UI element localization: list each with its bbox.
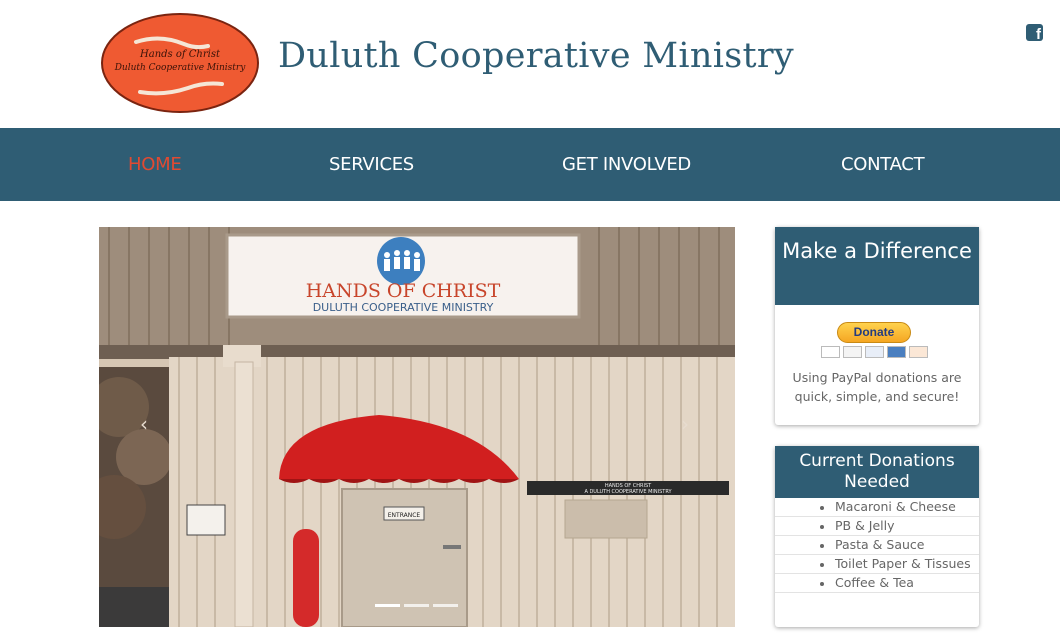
door-sign: ENTRANCE <box>388 512 421 519</box>
mastercard-icon <box>843 346 862 358</box>
main-nav: HOME SERVICES GET INVOLVED CONTACT <box>0 128 1060 201</box>
list-item: Macaroni & Cheese <box>775 498 979 517</box>
list-item: PB & Jelly <box>775 517 979 536</box>
donations-panel-title: Current Donations Needed <box>775 446 979 498</box>
visa-icon <box>821 346 840 358</box>
nav-item-home[interactable]: HOME <box>128 154 182 175</box>
discover-icon <box>909 346 928 358</box>
site-header: Hands of Christ Duluth Cooperative Minis… <box>0 0 1060 128</box>
list-item: Toilet Paper & Tissues <box>775 555 979 574</box>
donations-list: Macaroni & Cheese PB & Jelly Pasta & Sau… <box>775 498 979 593</box>
list-item: Coffee & Tea <box>775 574 979 593</box>
facebook-icon[interactable]: f <box>1026 24 1043 42</box>
nav-item-contact[interactable]: CONTACT <box>841 154 925 175</box>
paypal-donate-button[interactable]: Donate <box>837 322 911 343</box>
slider-indicator-3[interactable] <box>433 604 458 607</box>
logo-line1: Hands of Christ <box>139 49 221 60</box>
amex-icon <box>887 346 906 358</box>
slide-photo: HANDS OF CHRIST DULUTH COOPERATIVE MINIS… <box>99 227 735 627</box>
sign-subtitle: DULUTH COOPERATIVE MINISTRY <box>313 301 494 314</box>
small-sign-line2: A DULUTH COOPERATIVE MINISTRY <box>584 489 672 495</box>
donations-panel: Current Donations Needed Macaroni & Chee… <box>775 446 979 627</box>
donate-panel-text: Using PayPal donations are quick, simple… <box>792 370 962 404</box>
donate-panel-title: Make a Difference <box>775 227 979 305</box>
site-title[interactable]: Duluth Cooperative Ministry <box>278 36 794 76</box>
nav-item-services[interactable]: SERVICES <box>329 154 414 175</box>
maestro-icon <box>865 346 884 358</box>
list-item: Pasta & Sauce <box>775 536 979 555</box>
nav-item-get-involved[interactable]: GET INVOLVED <box>562 154 691 175</box>
image-slider[interactable]: HANDS OF CHRIST DULUTH COOPERATIVE MINIS… <box>99 227 735 627</box>
slider-prev-icon[interactable]: ‹ <box>140 414 148 434</box>
slider-indicator-1[interactable] <box>375 604 400 607</box>
logo[interactable]: Hands of Christ Duluth Cooperative Minis… <box>100 12 260 114</box>
donate-panel: Make a Difference Donate Using PayPal do… <box>775 227 979 425</box>
slider-next-icon[interactable]: › <box>681 414 689 434</box>
sign-title: HANDS OF CHRIST <box>306 280 501 302</box>
logo-line2: Duluth Cooperative Ministry <box>114 63 247 73</box>
slider-indicator-2[interactable] <box>404 604 429 607</box>
